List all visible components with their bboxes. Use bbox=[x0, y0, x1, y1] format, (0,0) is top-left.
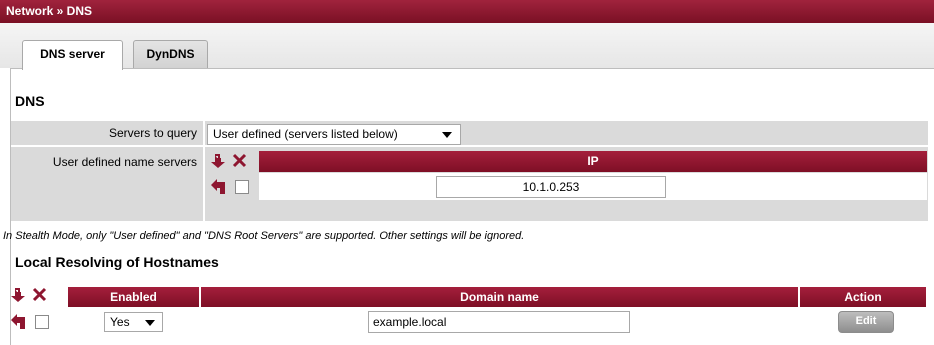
enabled-value: Yes bbox=[110, 315, 130, 329]
servers-to-query-label: Servers to query bbox=[108, 126, 197, 140]
chevron-down-icon bbox=[442, 132, 452, 138]
local-resolving-title: Local Resolving of Hostnames bbox=[15, 254, 219, 270]
domain-name-column-header: Domain name bbox=[201, 287, 798, 307]
delete-rows-icon[interactable] bbox=[32, 287, 47, 302]
ip-row-checkbox[interactable] bbox=[235, 180, 249, 194]
servers-to-query-value: User defined (servers listed below) bbox=[213, 127, 398, 141]
chevron-down-icon bbox=[145, 320, 155, 326]
insert-row-icon[interactable] bbox=[10, 287, 26, 303]
dns-section-title: DNS bbox=[15, 93, 45, 109]
tab-strip: DNS server DynDNS bbox=[0, 23, 934, 70]
insert-here-arrow-icon[interactable] bbox=[210, 179, 226, 195]
enabled-select[interactable]: Yes bbox=[104, 312, 163, 332]
edit-button[interactable]: Edit bbox=[838, 311, 894, 333]
stealth-mode-note: In Stealth Mode, only "User defined" and… bbox=[3, 230, 525, 242]
action-column-header: Action bbox=[800, 287, 926, 307]
insert-here-arrow-icon[interactable] bbox=[10, 314, 26, 330]
breadcrumb: Network » DNS bbox=[0, 0, 934, 23]
delete-rows-icon[interactable] bbox=[232, 153, 247, 168]
enabled-column-header: Enabled bbox=[68, 287, 199, 307]
user-defined-name-servers-label: User defined name servers bbox=[52, 155, 197, 169]
tab-dyndns[interactable]: DynDNS bbox=[133, 40, 208, 68]
ip-column-header: IP bbox=[259, 151, 927, 172]
ip-input[interactable]: 10.1.0.253 bbox=[436, 176, 666, 198]
insert-row-icon[interactable] bbox=[210, 153, 226, 169]
servers-to-query-select[interactable]: User defined (servers listed below) bbox=[207, 124, 461, 145]
tab-dns-server[interactable]: DNS server bbox=[22, 40, 123, 70]
host-row-checkbox[interactable] bbox=[35, 315, 49, 329]
domain-name-input[interactable]: example.local bbox=[368, 311, 630, 333]
